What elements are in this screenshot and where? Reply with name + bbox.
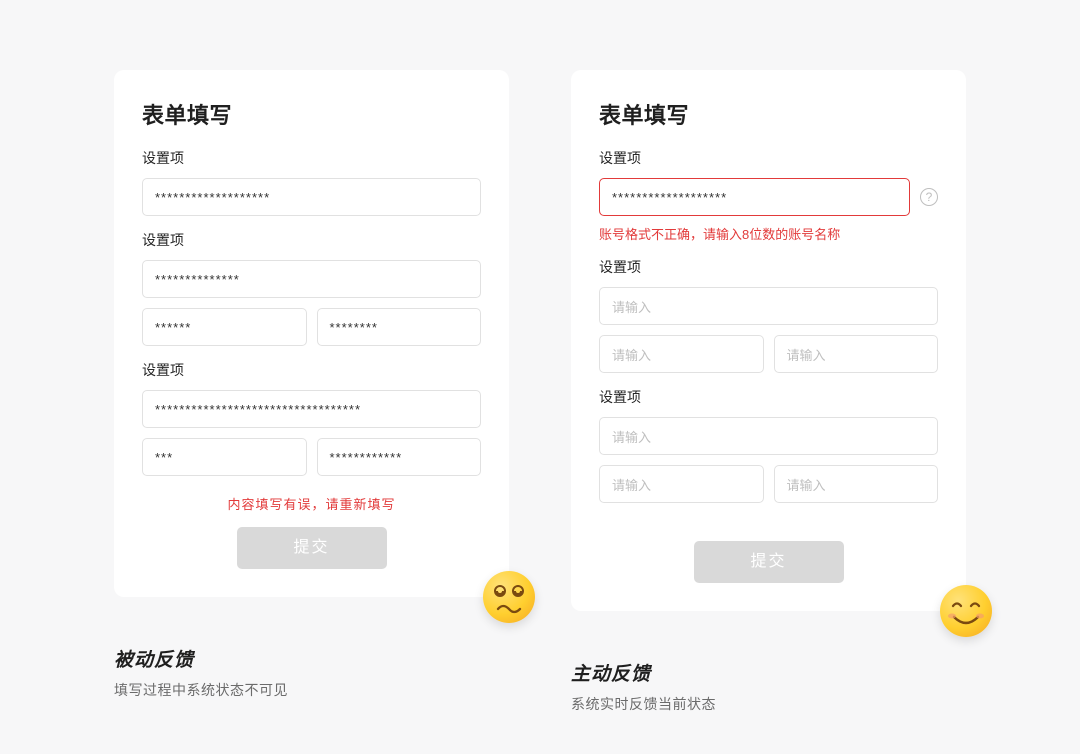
section-label: 设置项 xyxy=(142,148,481,168)
caption-subtitle: 填写过程中系统状态不可见 xyxy=(114,680,509,700)
section-label: 设置项 xyxy=(142,360,481,380)
text-input[interactable]: 请输入 xyxy=(774,335,939,373)
left-section-1: 设置项 ******************* xyxy=(142,148,481,216)
text-input[interactable]: ******** xyxy=(317,308,482,346)
dizzy-face-icon xyxy=(483,571,535,623)
left-caption: 被动反馈 填写过程中系统状态不可见 xyxy=(114,645,509,700)
left-section-3: 设置项 ********************************** *… xyxy=(142,360,481,476)
form-error-message: 内容填写有误，请重新填写 xyxy=(142,494,481,513)
text-input[interactable]: 请输入 xyxy=(599,465,764,503)
section-label: 设置项 xyxy=(599,148,938,168)
text-input[interactable]: ************** xyxy=(142,260,481,298)
text-input[interactable]: 请输入 xyxy=(599,335,764,373)
caption-title: 被动反馈 xyxy=(114,645,509,672)
caption-subtitle: 系统实时反馈当前状态 xyxy=(571,694,966,714)
text-input[interactable]: 请输入 xyxy=(774,465,939,503)
text-input[interactable]: ******************* xyxy=(142,178,481,216)
right-section-2: 设置项 请输入 请输入 请输入 xyxy=(599,257,938,373)
text-input[interactable]: ********************************** xyxy=(142,390,481,428)
left-section-2: 设置项 ************** ****** ******** xyxy=(142,230,481,346)
text-input[interactable]: ****** xyxy=(142,308,307,346)
section-label: 设置项 xyxy=(142,230,481,250)
left-card: 表单填写 设置项 ******************* 设置项 *******… xyxy=(114,70,509,597)
text-input[interactable]: 请输入 xyxy=(599,417,938,455)
submit-button[interactable]: 提交 xyxy=(237,527,387,569)
help-icon[interactable]: ? xyxy=(920,188,938,206)
right-column: 表单填写 设置项 ******************* ? 账号格式不正确，请… xyxy=(571,70,966,714)
field-error-message: 账号格式不正确，请输入8位数的账号名称 xyxy=(599,224,938,243)
caption-title: 主动反馈 xyxy=(571,659,966,686)
text-input[interactable]: ************ xyxy=(317,438,482,476)
text-input[interactable]: *** xyxy=(142,438,307,476)
right-card: 表单填写 设置项 ******************* ? 账号格式不正确，请… xyxy=(571,70,966,611)
right-section-1: 设置项 ******************* ? 账号格式不正确，请输入8位数… xyxy=(599,148,938,243)
card-title: 表单填写 xyxy=(142,98,481,130)
section-label: 设置项 xyxy=(599,387,938,407)
text-input[interactable]: 请输入 xyxy=(599,287,938,325)
comparison-page: 表单填写 设置项 ******************* 设置项 *******… xyxy=(0,0,1080,714)
card-title: 表单填写 xyxy=(599,98,938,130)
right-section-3: 设置项 请输入 请输入 请输入 xyxy=(599,387,938,503)
right-caption: 主动反馈 系统实时反馈当前状态 xyxy=(571,659,966,714)
text-input-error[interactable]: ******************* xyxy=(599,178,910,216)
submit-button[interactable]: 提交 xyxy=(694,541,844,583)
smile-face-icon xyxy=(940,585,992,637)
left-column: 表单填写 设置项 ******************* 设置项 *******… xyxy=(114,70,509,714)
section-label: 设置项 xyxy=(599,257,938,277)
